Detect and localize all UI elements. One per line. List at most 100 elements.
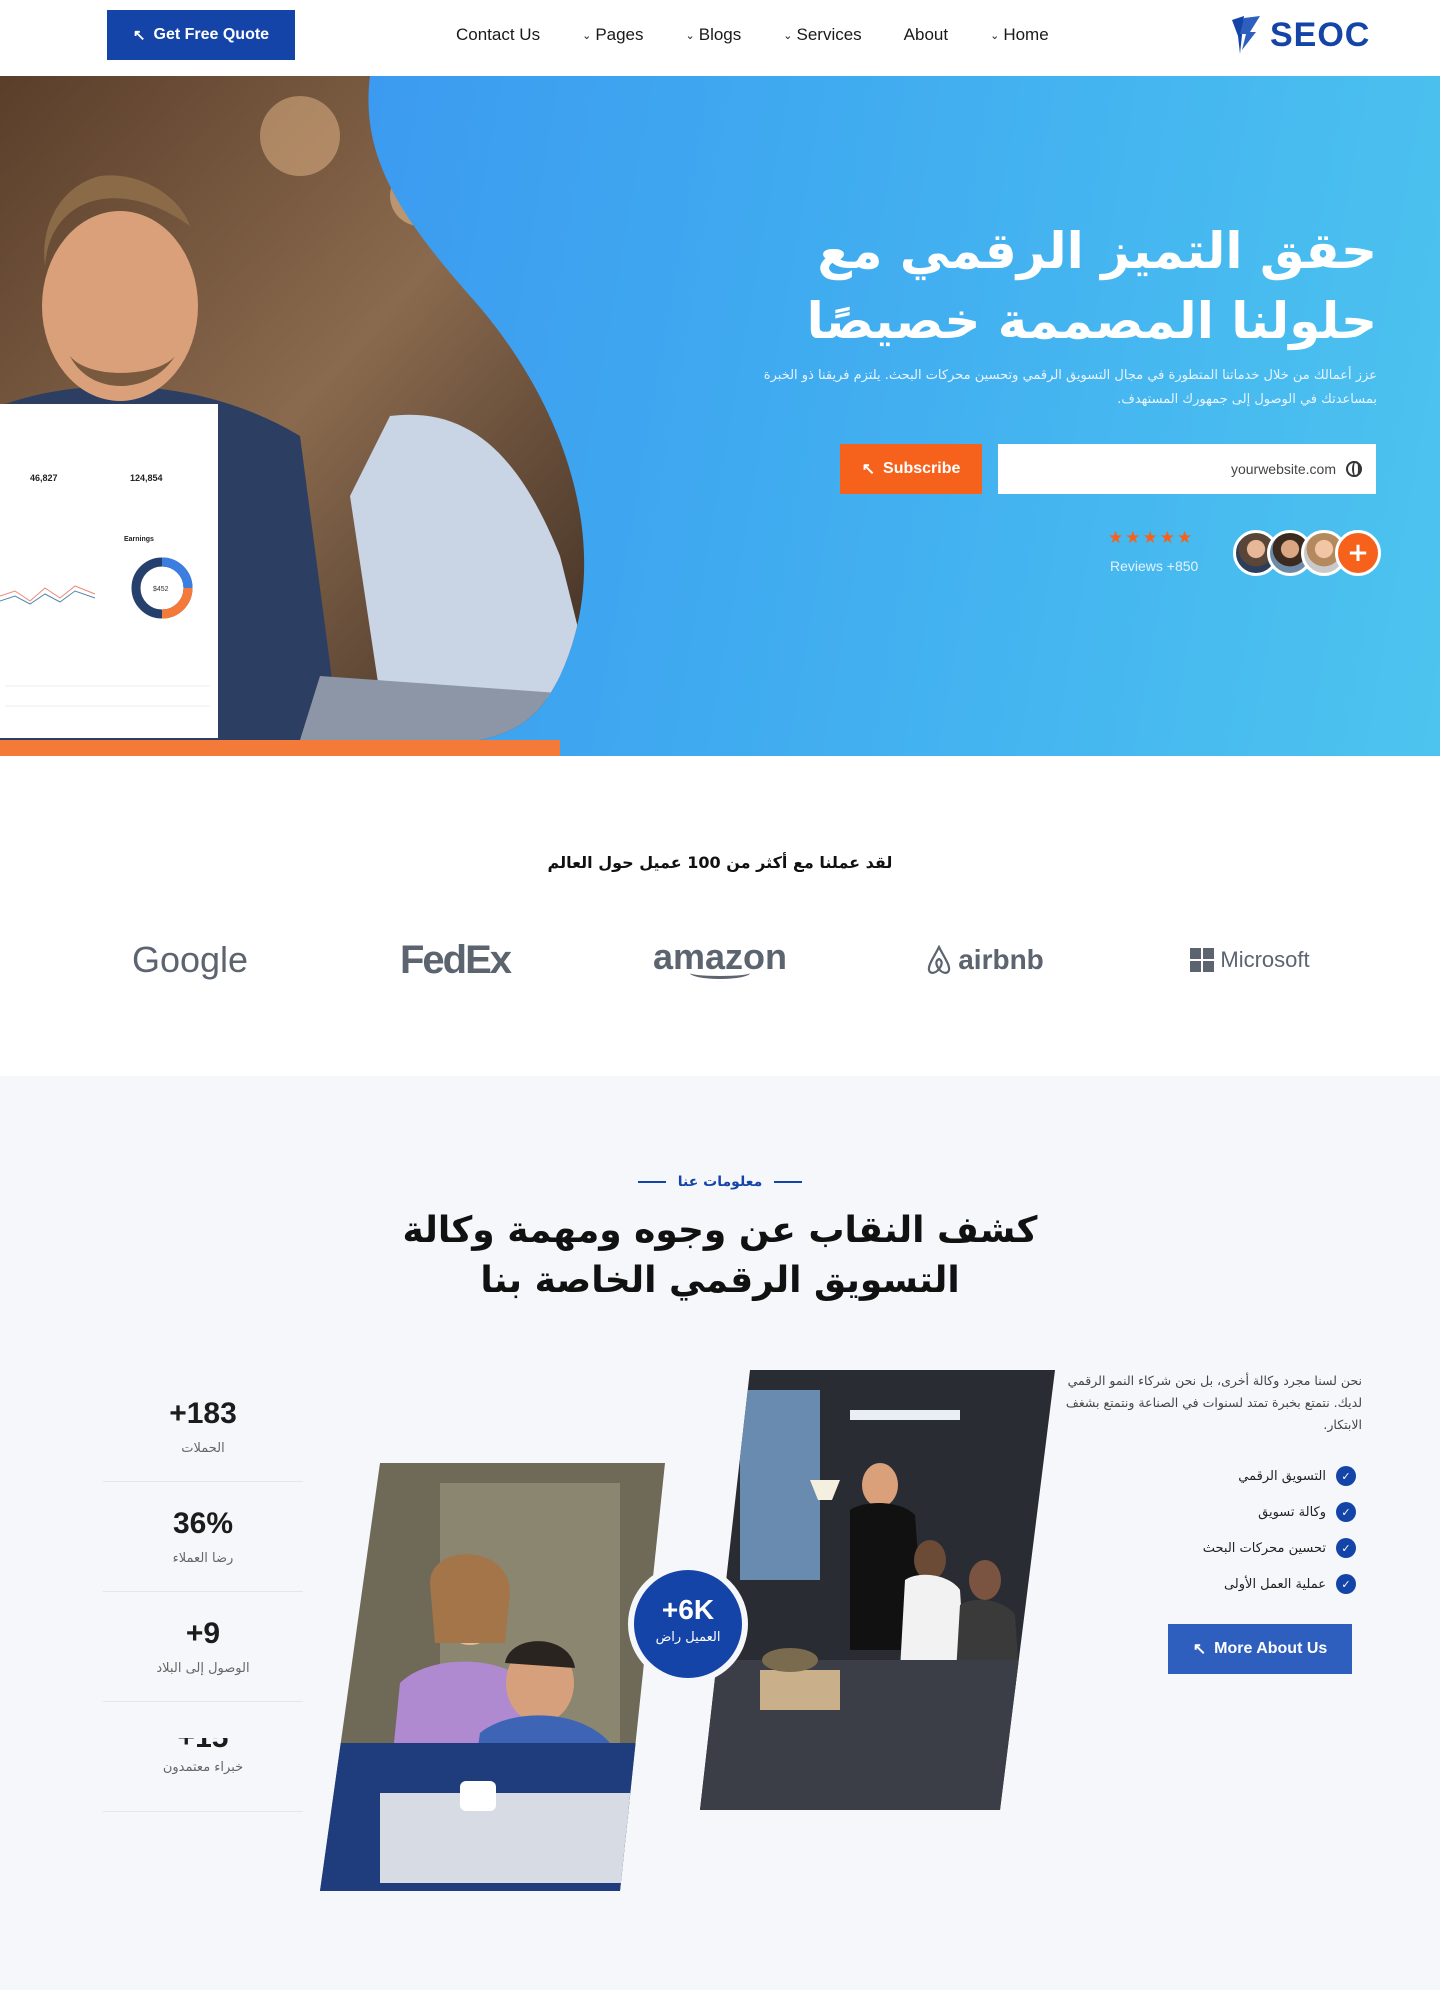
chevron-down-icon: ⌄ <box>783 29 793 42</box>
stat-item: +183 الحملات <box>103 1372 303 1482</box>
check-icon: ✓ <box>1336 1574 1356 1594</box>
svg-text:124,854: 124,854 <box>130 473 163 483</box>
badge-value: +6K <box>661 1594 715 1625</box>
nav-label: Services <box>796 25 862 44</box>
team-photo-right <box>700 1370 1055 1810</box>
feature-item: ✓ وكالة تسويق <box>1096 1494 1356 1530</box>
arrow-up-left-icon: ↖ <box>1192 1641 1207 1658</box>
stat-value: 36% <box>172 1507 234 1540</box>
microsoft-logo: Microsoft <box>1160 930 1340 990</box>
arrow-up-left-icon: ↖ <box>861 461 876 478</box>
stat-item: +15 خبراء معتمدون <box>103 1702 303 1812</box>
nav-item-blogs[interactable]: ⌄ Blogs <box>686 25 742 45</box>
svg-text:46,827: 46,827 <box>30 473 58 483</box>
amazon-smile-icon <box>690 967 750 979</box>
hero-section: 46,827 124,854 Earnings $452 حقق التميز … <box>0 76 1440 756</box>
amazon-logo: amazon <box>630 930 810 990</box>
more-about-us-button[interactable]: ↖ More About Us <box>1168 1624 1352 1674</box>
get-free-quote-button[interactable]: ↖ Get Free Quote <box>107 10 295 60</box>
about-title-line1: كشف النقاب عن وجوه ومهمة وكالة <box>402 1210 1038 1251</box>
logo-mark-icon <box>1232 16 1260 54</box>
airbnb-logo: airbnb <box>895 930 1075 990</box>
check-icon: ✓ <box>1336 1538 1356 1558</box>
logo-label: airbnb <box>958 944 1044 975</box>
airbnb-mark-icon <box>928 945 951 974</box>
logo-label: FedEx <box>399 937 512 982</box>
logo-text: SEOC <box>1270 15 1371 54</box>
hero-image: 46,827 124,854 Earnings $452 <box>0 76 585 740</box>
feature-label: تحسين محركات البحث <box>1202 1540 1326 1556</box>
stat-label: خبراء معتمدون <box>162 1760 244 1775</box>
feature-item: ✓ تحسين محركات البحث <box>1096 1530 1356 1566</box>
feature-item: ✓ عملية العمل الأولى <box>1096 1566 1356 1602</box>
dashboard-card: 46,827 124,854 Earnings $452 <box>0 404 218 738</box>
nav-item-contact[interactable]: Contact Us <box>456 25 540 45</box>
stats-list: +183 الحملات 36% رضا العملاء +9 الوصول إ… <box>103 1372 303 1812</box>
website-input-placeholder: yourwebsite.com <box>1230 461 1336 477</box>
website-input[interactable]: yourwebsite.com <box>998 444 1376 494</box>
chevron-down-icon: ⌄ <box>582 29 592 42</box>
site-header: ↖ Get Free Quote Contact Us ⌄ Pages ⌄ Bl… <box>0 0 1440 76</box>
google-logo: Google <box>100 930 280 990</box>
check-icon: ✓ <box>1336 1502 1356 1522</box>
badge-label: العميل راض <box>655 1630 721 1645</box>
reviewer-avatars: + <box>1233 530 1381 576</box>
logo-label: Microsoft <box>1220 947 1310 972</box>
hero-title-line2: حلولنا المصممة خصيصًا <box>806 292 1377 350</box>
feature-list: ✓ التسويق الرقمي ✓ وكالة تسويق ✓ تحسين م… <box>1096 1458 1356 1602</box>
arrow-up-left-icon: ↖ <box>132 27 146 44</box>
nav-label: Home <box>1003 25 1049 44</box>
hero-title-line1: حقق التميز الرقمي مع <box>817 222 1377 280</box>
feature-label: عملية العمل الأولى <box>1223 1576 1326 1592</box>
logo-label: Google <box>131 939 249 980</box>
rating-stars: ★★★★★ <box>1108 528 1195 548</box>
nav-item-home[interactable]: ⌄ Home <box>990 25 1049 45</box>
subscribe-label: Subscribe <box>883 460 961 477</box>
feature-label: التسويق الرقمي <box>1238 1468 1326 1484</box>
about-title-line2: التسويق الرقمي الخاصة بنا <box>480 1260 960 1301</box>
about-section: معلومات عنا كشف النقاب عن وجوه ومهمة وكا… <box>0 1076 1440 1990</box>
stat-item: +9 الوصول إلى البلاد <box>103 1592 303 1702</box>
plus-icon[interactable]: + <box>1335 530 1381 576</box>
eyebrow-label: معلومات عنا <box>677 1174 763 1190</box>
stat-value: +183 <box>169 1397 237 1430</box>
more-about-us-label: More About Us <box>1214 1640 1328 1657</box>
nav-item-about[interactable]: About <box>904 25 948 45</box>
nav-item-services[interactable]: ⌄ Services <box>783 25 861 45</box>
stat-label: الحملات <box>181 1441 225 1456</box>
stat-value: +9 <box>185 1617 221 1650</box>
hero-description: عزز أعمالك من خلال خدماتنا المتطورة في م… <box>763 368 1377 407</box>
microsoft-grid-icon <box>1190 948 1215 972</box>
clients-title: لقد عملنا مع أكثر من 100 عميل حول العالم <box>547 853 893 872</box>
nav-label: Contact Us <box>456 25 541 44</box>
feature-item: ✓ التسويق الرقمي <box>1096 1458 1356 1494</box>
chevron-down-icon: ⌄ <box>990 29 1000 42</box>
chevron-down-icon: ⌄ <box>685 29 695 42</box>
main-nav: Contact Us ⌄ Pages ⌄ Blogs ⌄ Services Ab… <box>456 0 1049 70</box>
reviews-count: Reviews +850 <box>1110 558 1199 574</box>
globe-icon <box>1346 461 1362 477</box>
feature-label: وكالة تسويق <box>1258 1504 1326 1520</box>
stat-label: رضا العملاء <box>172 1551 234 1566</box>
client-logos: Google FedEx amazon airbnb Microsoft <box>100 930 1340 990</box>
svg-text:$452: $452 <box>153 586 169 593</box>
nav-label: Blogs <box>698 25 742 44</box>
get-free-quote-label: Get Free Quote <box>153 26 270 43</box>
subscribe-button[interactable]: ↖ Subscribe <box>840 444 982 494</box>
hero-title: حقق التميز الرقمي مع حلولنا المصممة خصيص… <box>677 216 1377 356</box>
eyebrow-line <box>774 1181 803 1183</box>
eyebrow-line <box>637 1181 666 1183</box>
site-logo[interactable]: SEOC <box>1230 14 1370 56</box>
team-photo-left <box>320 1463 665 1891</box>
satisfied-clients-badge: +6K العميل راض <box>628 1564 748 1684</box>
fedex-logo: FedEx <box>365 930 545 990</box>
nav-item-pages[interactable]: ⌄ Pages <box>582 25 643 45</box>
stat-label: الوصول إلى البلاد <box>156 1661 250 1676</box>
stat-item: 36% رضا العملاء <box>103 1482 303 1592</box>
nav-label: Pages <box>595 25 644 44</box>
check-icon: ✓ <box>1336 1466 1356 1486</box>
hero-accent-stripe <box>0 740 560 756</box>
nav-label: About <box>903 25 949 44</box>
about-eyebrow: معلومات عنا <box>0 1174 1440 1190</box>
stat-value: +15 <box>103 1738 303 1750</box>
